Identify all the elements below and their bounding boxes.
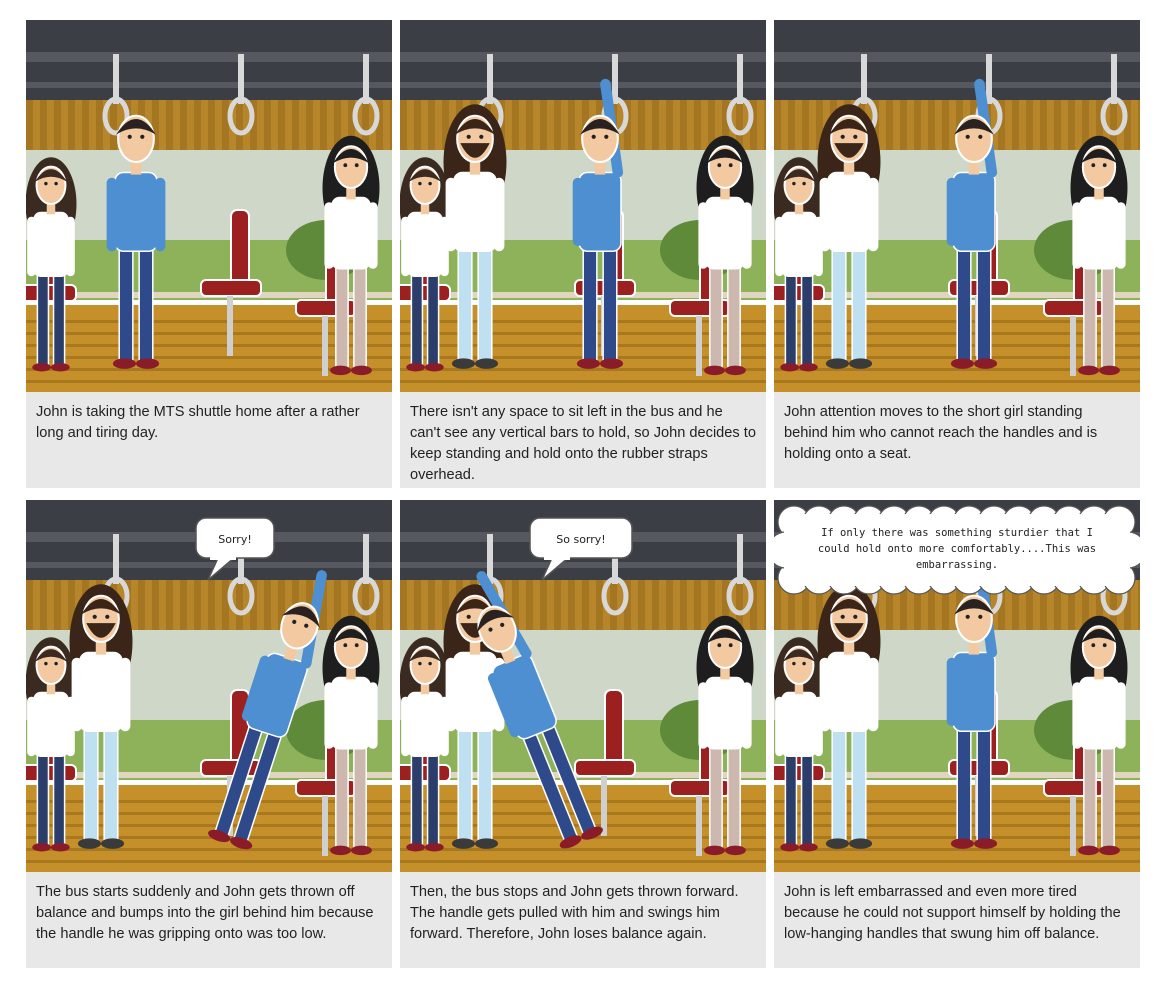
panel-5-caption: Then, the bus stops and John gets thrown… [400, 872, 766, 968]
thought-cloud-line: embarrassing. [916, 559, 998, 571]
panel-3-scene [774, 20, 1140, 392]
panel-4-scene: Sorry! [26, 500, 392, 872]
speech-bubble-text: So sorry! [556, 533, 605, 546]
panel-5-scene: So sorry! [400, 500, 766, 872]
thought-cloud: If only there was something sturdier tha… [774, 505, 1140, 595]
panel-2-caption: There isn't any space to sit left in the… [400, 392, 766, 488]
panel-3-caption: John attention moves to the short girl s… [774, 392, 1140, 488]
panel-6-caption: John is left embarrassed and even more t… [774, 872, 1140, 968]
panel-4-caption: The bus starts suddenly and John gets th… [26, 872, 392, 968]
speech-bubble-text: Sorry! [218, 533, 251, 546]
panel-2-scene [400, 20, 766, 392]
panel-6-scene: If only there was something sturdier tha… [774, 500, 1140, 872]
thought-cloud-line: could hold onto more comfortably....This… [818, 543, 1096, 555]
panel-1-caption: John is taking the MTS shuttle home afte… [26, 392, 392, 488]
thought-cloud-line: If only there was something sturdier tha… [821, 527, 1093, 539]
panel-1-scene [26, 20, 392, 392]
storyboard-grid: John is taking the MTS shuttle home afte… [26, 20, 1140, 980]
